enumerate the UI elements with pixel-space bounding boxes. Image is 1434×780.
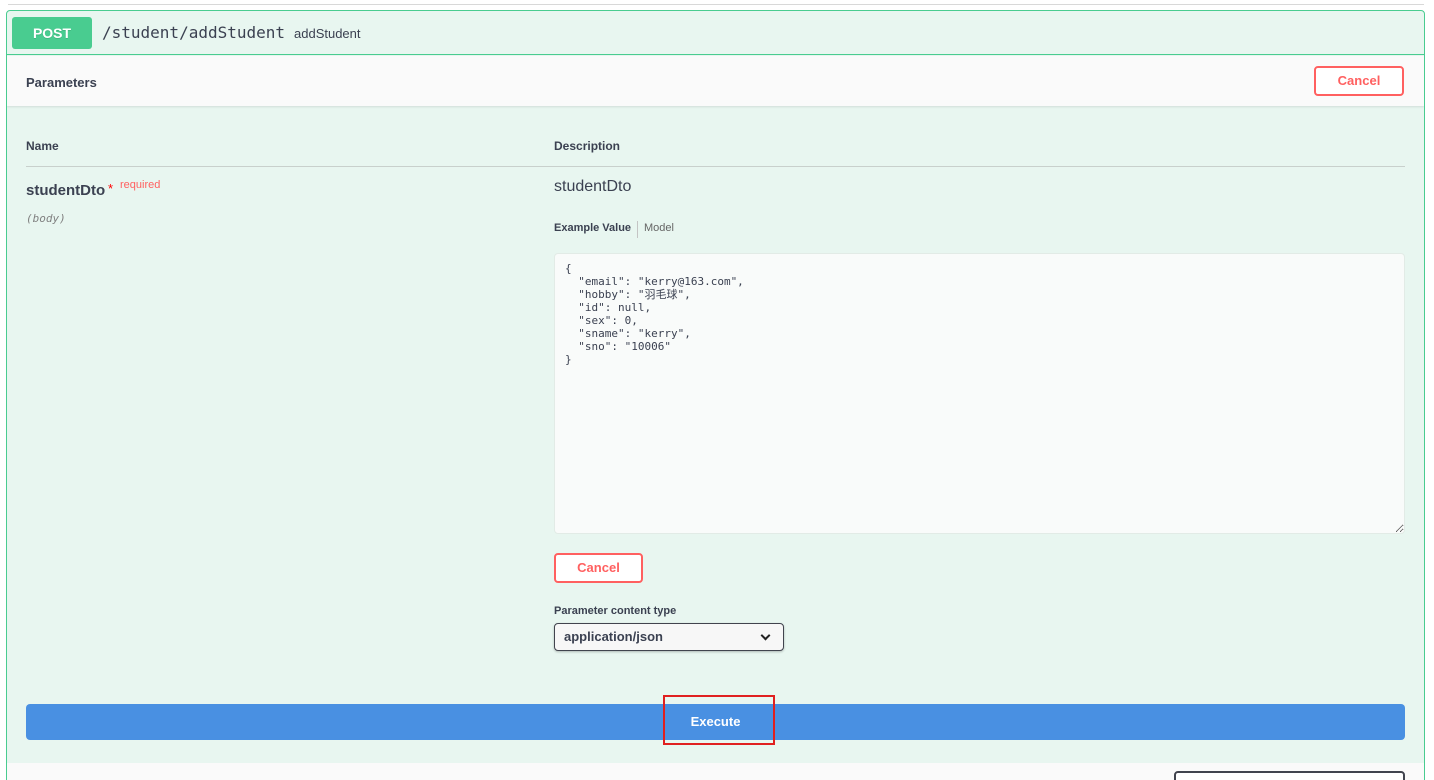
content-type-label: Parameter content type (554, 605, 677, 617)
operation-block: POST /student/addStudent addStudent Para… (6, 10, 1425, 780)
annotation-highlight-box (663, 695, 775, 745)
parameter-location: (body) (26, 212, 66, 225)
parameters-title: Parameters (26, 75, 97, 90)
operation-summary-text: addStudent (294, 26, 361, 41)
name-column-header: Name (26, 139, 59, 153)
tab-separator (637, 221, 638, 238)
parameters-header: Parameters Cancel (7, 56, 1424, 106)
parameter-name: studentDto (26, 182, 106, 199)
responses-header (7, 763, 1424, 780)
cancel-try-out-button[interactable]: Cancel (1314, 66, 1404, 96)
operation-path: /student/addStudent (102, 23, 286, 42)
response-content-type-select[interactable] (1174, 771, 1405, 780)
content-type-select[interactable]: application/json (554, 623, 784, 651)
parameter-description: studentDto (554, 178, 632, 195)
top-divider (8, 4, 1424, 5)
tab-model[interactable]: Model (644, 222, 674, 234)
request-body-textarea[interactable]: { "email": "kerry@163.com", "hobby": "羽毛… (554, 253, 1405, 534)
required-label: required (120, 179, 161, 191)
description-column-header: Description (554, 139, 621, 153)
table-divider (26, 166, 1405, 167)
required-star: * (108, 181, 114, 196)
cancel-body-button[interactable]: Cancel (554, 553, 643, 583)
chevron-down-icon (760, 630, 771, 641)
operation-summary[interactable]: POST /student/addStudent addStudent (7, 11, 1424, 55)
content-type-value: application/json (564, 629, 663, 644)
tab-example-value[interactable]: Example Value (554, 222, 631, 234)
method-badge: POST (12, 17, 92, 49)
